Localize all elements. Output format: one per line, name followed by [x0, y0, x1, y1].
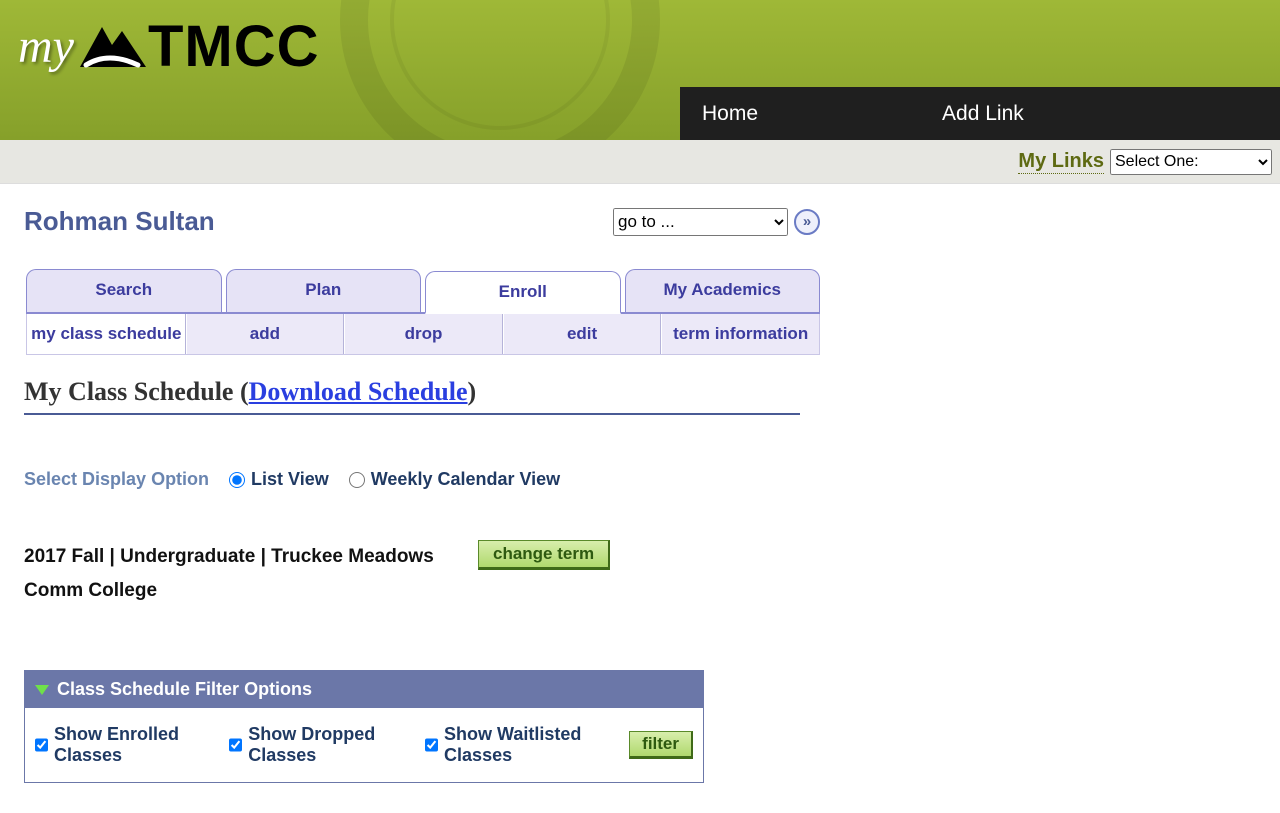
- change-term-button[interactable]: change term: [478, 540, 610, 570]
- chk-enrolled[interactable]: [35, 737, 48, 753]
- subbar: My Links Select One:: [0, 140, 1280, 184]
- subtab-drop[interactable]: drop: [344, 314, 503, 354]
- radio-list-view-text: List View: [251, 469, 329, 490]
- filter-panel-body: Show Enrolled Classes Show Dropped Class…: [25, 708, 703, 782]
- nav-home[interactable]: Home: [680, 102, 780, 126]
- main-content: Rohman Sultan go to ... » Search Plan En…: [0, 184, 820, 813]
- radio-weekly-view-text: Weekly Calendar View: [371, 469, 560, 490]
- page-title-prefix: My Class Schedule (: [24, 377, 249, 406]
- primary-tabs: Search Plan Enroll My Academics: [26, 269, 820, 314]
- tab-search[interactable]: Search: [26, 269, 222, 312]
- term-text: 2017 Fall | Undergraduate | Truckee Mead…: [24, 540, 434, 608]
- student-row: Rohman Sultan go to ... »: [24, 206, 820, 237]
- mountain-icon: [78, 21, 148, 74]
- student-name: Rohman Sultan: [24, 206, 215, 237]
- tab-plan[interactable]: Plan: [226, 269, 422, 312]
- radio-list-view[interactable]: [229, 472, 245, 488]
- filter-button[interactable]: filter: [629, 731, 693, 759]
- chk-enrolled-text: Show Enrolled Classes: [54, 724, 211, 766]
- chk-waitlisted[interactable]: [425, 737, 438, 753]
- logo-tmcc: TMCC: [148, 18, 320, 76]
- filter-panel: Class Schedule Filter Options Show Enrol…: [24, 670, 704, 783]
- collapse-triangle-icon: [35, 685, 49, 695]
- radio-weekly-view-label[interactable]: Weekly Calendar View: [349, 469, 560, 490]
- subtab-term-information[interactable]: term information: [661, 314, 819, 354]
- tab-my-academics[interactable]: My Academics: [625, 269, 821, 312]
- mylinks-label: My Links: [1018, 150, 1104, 174]
- radio-list-view-label[interactable]: List View: [229, 469, 329, 490]
- nav-add-link[interactable]: Add Link: [920, 102, 1046, 126]
- subtab-my-class-schedule[interactable]: my class schedule: [27, 314, 186, 354]
- chk-dropped-label[interactable]: Show Dropped Classes: [229, 724, 407, 766]
- page-title: My Class Schedule (Download Schedule): [24, 377, 820, 407]
- tab-enroll[interactable]: Enroll: [425, 271, 621, 314]
- top-nav: Home Add Link: [680, 87, 1280, 140]
- heading-rule: [24, 413, 800, 415]
- mylinks-select[interactable]: Select One:: [1110, 149, 1272, 175]
- subtab-edit[interactable]: edit: [503, 314, 662, 354]
- goto-wrap: go to ... »: [613, 208, 820, 236]
- goto-select[interactable]: go to ...: [613, 208, 788, 236]
- go-button[interactable]: »: [794, 209, 820, 235]
- secondary-tabs: my class schedule add drop edit term inf…: [26, 314, 820, 355]
- display-option-label: Select Display Option: [24, 469, 209, 490]
- logo-my: my: [18, 23, 74, 71]
- display-option-row: Select Display Option List View Weekly C…: [24, 469, 820, 490]
- chk-waitlisted-text: Show Waitlisted Classes: [444, 724, 611, 766]
- chk-waitlisted-label[interactable]: Show Waitlisted Classes: [425, 724, 611, 766]
- site-logo[interactable]: my TMCC: [18, 18, 319, 76]
- download-schedule-link[interactable]: Download Schedule: [249, 377, 468, 406]
- chk-enrolled-label[interactable]: Show Enrolled Classes: [35, 724, 211, 766]
- banner: my TMCC Home Add Link: [0, 0, 1280, 140]
- term-row: 2017 Fall | Undergraduate | Truckee Mead…: [24, 540, 820, 608]
- subtab-add[interactable]: add: [186, 314, 345, 354]
- chk-dropped[interactable]: [229, 737, 242, 753]
- chk-dropped-text: Show Dropped Classes: [248, 724, 407, 766]
- filter-panel-title: Class Schedule Filter Options: [57, 679, 312, 700]
- filter-panel-header[interactable]: Class Schedule Filter Options: [25, 671, 703, 708]
- radio-weekly-view[interactable]: [349, 472, 365, 488]
- page-title-suffix: ): [468, 377, 477, 406]
